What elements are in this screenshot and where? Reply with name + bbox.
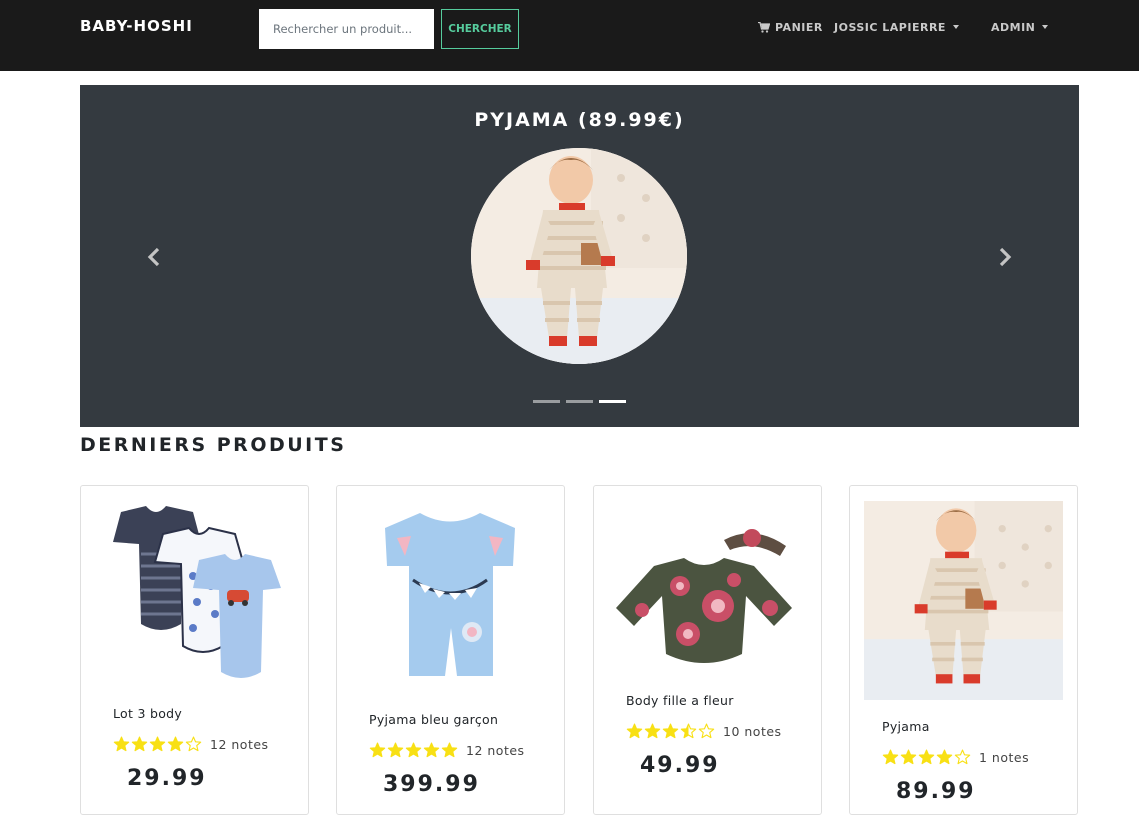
carousel-product-image[interactable] [471,148,687,364]
star-full-icon [405,742,422,758]
caret-down-icon [952,24,959,29]
rating-count: 10 notes [723,723,782,739]
star-half-icon [680,723,697,739]
carousel-indicator-active[interactable] [599,400,626,403]
product-carousel: PYJAMA (89.99€) [80,85,1079,427]
nav-user-label: JOSSIC LAPIERRE [834,21,946,34]
product-rating: 1 notes [882,749,1029,765]
product-name[interactable]: Lot 3 body [113,706,182,721]
star-full-icon [900,749,917,765]
search-button[interactable]: CHERCHER [441,9,519,49]
product-card[interactable]: Lot 3 body 12 notes 29.99 [80,485,309,815]
rating-stars [113,736,202,752]
product-rating: 12 notes [113,736,269,752]
star-full-icon [918,749,935,765]
product-name[interactable]: Body fille a fleur [626,693,734,708]
product-card[interactable]: Pyjama bleu garçon 12 notes 399.99 [336,485,565,815]
star-full-icon [167,736,184,752]
star-full-icon [149,736,166,752]
carousel-title: PYJAMA (89.99€) [474,109,685,131]
rating-count: 12 notes [210,736,269,752]
product-price: 399.99 [383,772,480,797]
navbar: BABY-HOSHI CHERCHER PANIER JOSSIC LAPIER… [0,0,1139,71]
star-full-icon [882,749,899,765]
carousel-indicators [533,400,626,403]
nav-cart-label: PANIER [775,21,823,34]
product-image[interactable] [864,501,1063,700]
brand-logo[interactable]: BABY-HOSHI [80,17,193,35]
rating-stars [626,723,715,739]
rating-count: 1 notes [979,749,1030,765]
product-image[interactable] [101,504,291,687]
product-image[interactable] [375,508,525,683]
product-name[interactable]: Pyjama bleu garçon [369,712,498,727]
star-empty-icon [698,723,715,739]
product-card[interactable]: Body fille a fleur 10 notes 49.99 [593,485,822,815]
caret-down-icon [1042,24,1049,29]
star-full-icon [369,742,386,758]
star-full-icon [113,736,130,752]
rating-count: 12 notes [466,742,525,758]
carousel-next-button[interactable] [992,245,1016,269]
chevron-left-icon [147,247,160,267]
star-full-icon [936,749,953,765]
product-rating: 12 notes [369,742,525,758]
nav-user-dropdown[interactable]: JOSSIC LAPIERRE [834,21,959,34]
chevron-right-icon [999,247,1012,267]
product-image[interactable] [614,522,794,672]
star-full-icon [644,723,661,739]
star-full-icon [131,736,148,752]
nav-admin-dropdown[interactable]: ADMIN [991,21,1049,34]
nav-admin-label: ADMIN [991,21,1036,34]
nav-cart-link[interactable]: PANIER [758,21,823,34]
star-empty-icon [185,736,202,752]
product-card[interactable]: Pyjama 1 notes 89.99 [849,485,1078,815]
star-full-icon [441,742,458,758]
product-name[interactable]: Pyjama [882,719,930,734]
star-full-icon [423,742,440,758]
product-price: 49.99 [640,753,720,778]
star-empty-icon [954,749,971,765]
rating-stars [882,749,971,765]
carousel-indicator[interactable] [533,400,560,403]
product-price: 29.99 [127,766,207,791]
star-full-icon [626,723,643,739]
carousel-prev-button[interactable] [143,245,167,269]
star-full-icon [387,742,404,758]
rating-stars [369,742,458,758]
product-rating: 10 notes [626,723,782,739]
cart-icon [758,22,770,33]
product-price: 89.99 [896,779,976,804]
star-full-icon [662,723,679,739]
section-title: DERNIERS PRODUITS [80,434,347,456]
search-input[interactable] [259,9,434,49]
carousel-indicator[interactable] [566,400,593,403]
